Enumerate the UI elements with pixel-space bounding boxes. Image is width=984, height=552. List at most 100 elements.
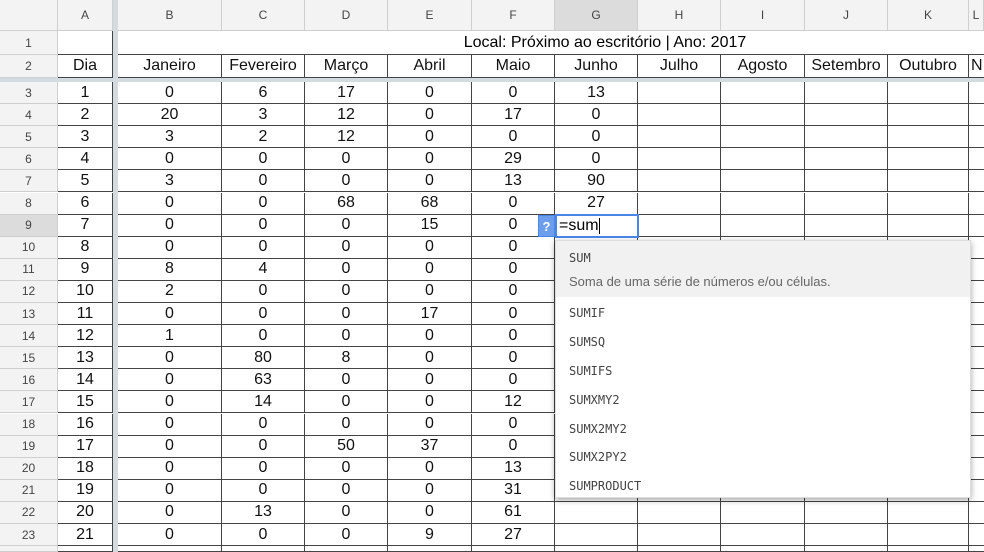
cell-b24[interactable] (118, 546, 222, 552)
row-header-21[interactable]: 21 (0, 479, 58, 502)
cell-c16[interactable]: 63 (222, 369, 305, 392)
cell-d12[interactable]: 0 (305, 280, 388, 303)
header-cell-l[interactable]: N (969, 55, 984, 78)
cell-d17[interactable]: 0 (305, 391, 388, 414)
row-header-16[interactable]: 16 (0, 369, 58, 392)
cell-b21[interactable]: 0 (118, 479, 222, 502)
autocomplete-item[interactable]: SUMPRODUCT (556, 472, 970, 501)
row-header-8[interactable]: 8 (0, 192, 58, 215)
autocomplete-item[interactable]: SUMX2MY2 (556, 414, 970, 443)
cell-b23[interactable]: 0 (118, 524, 222, 547)
cell-g8[interactable]: 27 (555, 192, 638, 215)
cell-d9[interactable]: 0 (305, 214, 388, 237)
cell-b9[interactable]: 0 (118, 214, 222, 237)
row-header-5[interactable]: 5 (0, 126, 58, 149)
cell-e7[interactable]: 0 (388, 170, 472, 193)
cell-e15[interactable]: 0 (388, 347, 472, 370)
cell-g22[interactable] (555, 501, 638, 524)
cell-k4[interactable] (888, 104, 969, 127)
cell-e11[interactable]: 0 (388, 258, 472, 281)
row-header-19[interactable]: 19 (0, 435, 58, 458)
row-header-13[interactable]: 13 (0, 303, 58, 326)
cell-i3[interactable] (721, 82, 805, 105)
autocomplete-item[interactable]: SUMIF (556, 299, 970, 328)
cell-c3[interactable]: 6 (222, 82, 305, 105)
row-header-10[interactable]: 10 (0, 236, 58, 259)
cell-b20[interactable]: 0 (118, 457, 222, 480)
cell-c20[interactable]: 0 (222, 457, 305, 480)
column-header-g[interactable]: G (555, 0, 638, 31)
cell-b16[interactable]: 0 (118, 369, 222, 392)
cell-l11[interactable] (969, 259, 984, 281)
cell-a3[interactable]: 1 (58, 82, 113, 105)
row-header-4[interactable]: 4 (0, 104, 58, 127)
cell-j5[interactable] (805, 126, 888, 149)
cell-l4[interactable] (969, 104, 984, 127)
cell-b6[interactable]: 0 (118, 148, 222, 171)
cell-e20[interactable]: 0 (388, 457, 472, 480)
cell-f11[interactable]: 0 (472, 258, 555, 281)
cell-j6[interactable] (805, 148, 888, 171)
cell-i24[interactable] (721, 546, 805, 552)
row-header-15[interactable]: 15 (0, 347, 58, 370)
cell-d4[interactable]: 12 (305, 104, 388, 127)
cell-c18[interactable]: 0 (222, 413, 305, 436)
cell-d15[interactable]: 8 (305, 347, 388, 370)
title-cell[interactable]: Local: Próximo ao escritório | Ano: 2017 (118, 31, 984, 55)
cell-g23[interactable] (555, 524, 638, 547)
cell-l23[interactable] (969, 524, 984, 547)
cell-d3[interactable]: 17 (305, 82, 388, 105)
cell-j23[interactable] (805, 524, 888, 547)
cell-e22[interactable]: 0 (388, 501, 472, 524)
cell-f22[interactable]: 61 (472, 501, 555, 524)
cell-b11[interactable]: 8 (118, 258, 222, 281)
column-header-i[interactable]: I (721, 0, 805, 31)
cell-f12[interactable]: 0 (472, 280, 555, 303)
corner-select-all[interactable] (0, 0, 58, 31)
cell-c21[interactable]: 0 (222, 479, 305, 502)
cell-l12[interactable] (969, 281, 984, 303)
column-header-d[interactable]: D (305, 0, 388, 31)
cell-h4[interactable] (638, 104, 721, 127)
cell-f24[interactable] (472, 546, 555, 552)
column-header-h[interactable]: H (638, 0, 721, 31)
column-header-k[interactable]: K (888, 0, 969, 31)
cell-i7[interactable] (721, 170, 805, 193)
header-cell-c[interactable]: Fevereiro (222, 55, 305, 78)
cell-g24[interactable] (555, 546, 638, 552)
cell-a7[interactable]: 5 (58, 170, 113, 193)
column-header-a[interactable]: A (58, 0, 113, 31)
cell-e19[interactable]: 37 (388, 435, 472, 458)
header-cell-k[interactable]: Outubro (888, 55, 969, 78)
header-cell-d[interactable]: Março (305, 55, 388, 78)
cell-l24[interactable] (969, 546, 984, 552)
row-header-22[interactable]: 22 (0, 501, 58, 524)
autocomplete-item[interactable]: SUMX2PY2 (556, 443, 970, 472)
cell-l9[interactable] (969, 215, 984, 237)
cell-a22[interactable]: 20 (58, 501, 113, 524)
header-cell-h[interactable]: Julho (638, 55, 721, 78)
cell-a8[interactable]: 6 (58, 192, 113, 215)
cell-e9[interactable]: 15 (388, 214, 472, 237)
cell-d18[interactable]: 0 (305, 413, 388, 436)
cell-a20[interactable]: 18 (58, 457, 113, 480)
cell-k22[interactable] (888, 501, 969, 524)
row-header-24[interactable] (0, 546, 58, 552)
cell-j4[interactable] (805, 104, 888, 127)
header-cell-j[interactable]: Setembro (805, 55, 888, 78)
cell-h7[interactable] (638, 170, 721, 193)
cell-h3[interactable] (638, 82, 721, 105)
cell-e5[interactable]: 0 (388, 126, 472, 149)
cell-e12[interactable]: 0 (388, 280, 472, 303)
cell-a4[interactable]: 2 (58, 104, 113, 127)
cell-h22[interactable] (638, 501, 721, 524)
cell-b15[interactable]: 0 (118, 347, 222, 370)
cell-d7[interactable]: 0 (305, 170, 388, 193)
autocomplete-item[interactable]: SUMXMY2 (556, 385, 970, 414)
cell-l13[interactable] (969, 303, 984, 326)
cell-d10[interactable]: 0 (305, 236, 388, 259)
cell-j24[interactable] (805, 546, 888, 552)
row-header-12[interactable]: 12 (0, 280, 58, 303)
cell-a13[interactable]: 11 (58, 303, 113, 326)
cell-e3[interactable]: 0 (388, 82, 472, 105)
